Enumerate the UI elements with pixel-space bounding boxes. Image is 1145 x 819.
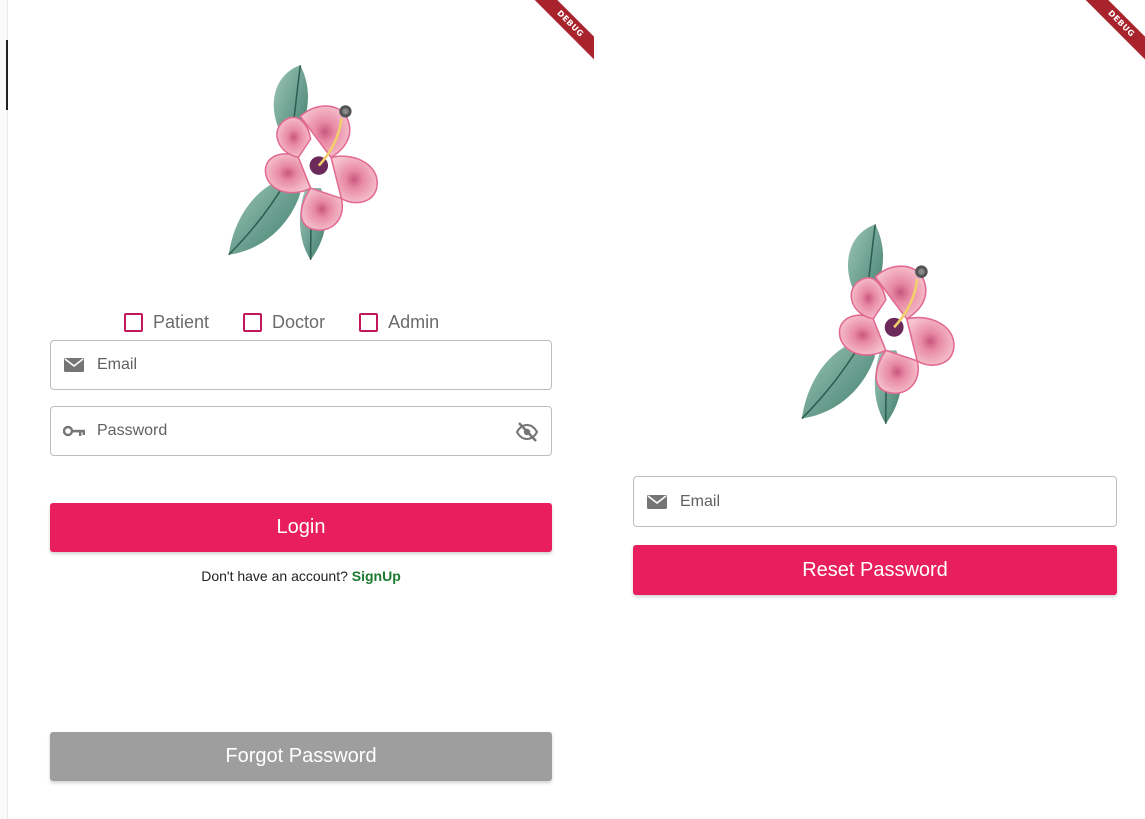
checkbox-icon — [243, 313, 263, 332]
email-placeholder: Email — [97, 356, 138, 373]
login-button[interactable]: Login — [50, 503, 552, 552]
debug-banner: DEBUG — [1065, 0, 1145, 80]
signup-prompt-text: Don't have an account? — [201, 568, 348, 584]
hibiscus-flower-icon — [800, 223, 956, 426]
mail-icon — [63, 357, 85, 373]
hibiscus-flower-icon — [227, 63, 379, 262]
role-label: Patient — [153, 312, 210, 332]
reset-password-screen: DEBUG Email Reset Password — [600, 0, 1145, 819]
key-icon — [63, 423, 85, 439]
checkbox-icon — [124, 313, 143, 332]
signup-prompt: Don't have an account? SignUp — [50, 568, 552, 584]
signup-link[interactable]: SignUp — [352, 568, 401, 584]
reset-password-button[interactable]: Reset Password — [633, 545, 1117, 595]
left-window-edge — [0, 0, 8, 819]
checkbox-icon — [359, 313, 379, 332]
password-placeholder: Password — [97, 422, 168, 439]
login-screen: DEBUG Patient Doctor Admin Email Passwor… — [8, 0, 594, 819]
role-label: Doctor — [272, 312, 326, 332]
email-placeholder: Email — [680, 492, 721, 510]
role-selector: Patient Doctor Admin — [124, 312, 439, 333]
role-admin-checkbox[interactable]: Admin — [359, 312, 439, 333]
email-field[interactable]: Email — [633, 476, 1117, 527]
role-patient-checkbox[interactable]: Patient — [124, 312, 209, 333]
password-field[interactable]: Password — [50, 406, 552, 456]
visibility-off-icon[interactable] — [515, 420, 539, 444]
mail-icon — [646, 494, 668, 510]
role-label: Admin — [388, 312, 440, 332]
email-field[interactable]: Email — [50, 340, 552, 390]
debug-banner: DEBUG — [514, 0, 594, 80]
role-doctor-checkbox[interactable]: Doctor — [243, 312, 325, 333]
forgot-password-button[interactable]: Forgot Password — [50, 732, 552, 781]
